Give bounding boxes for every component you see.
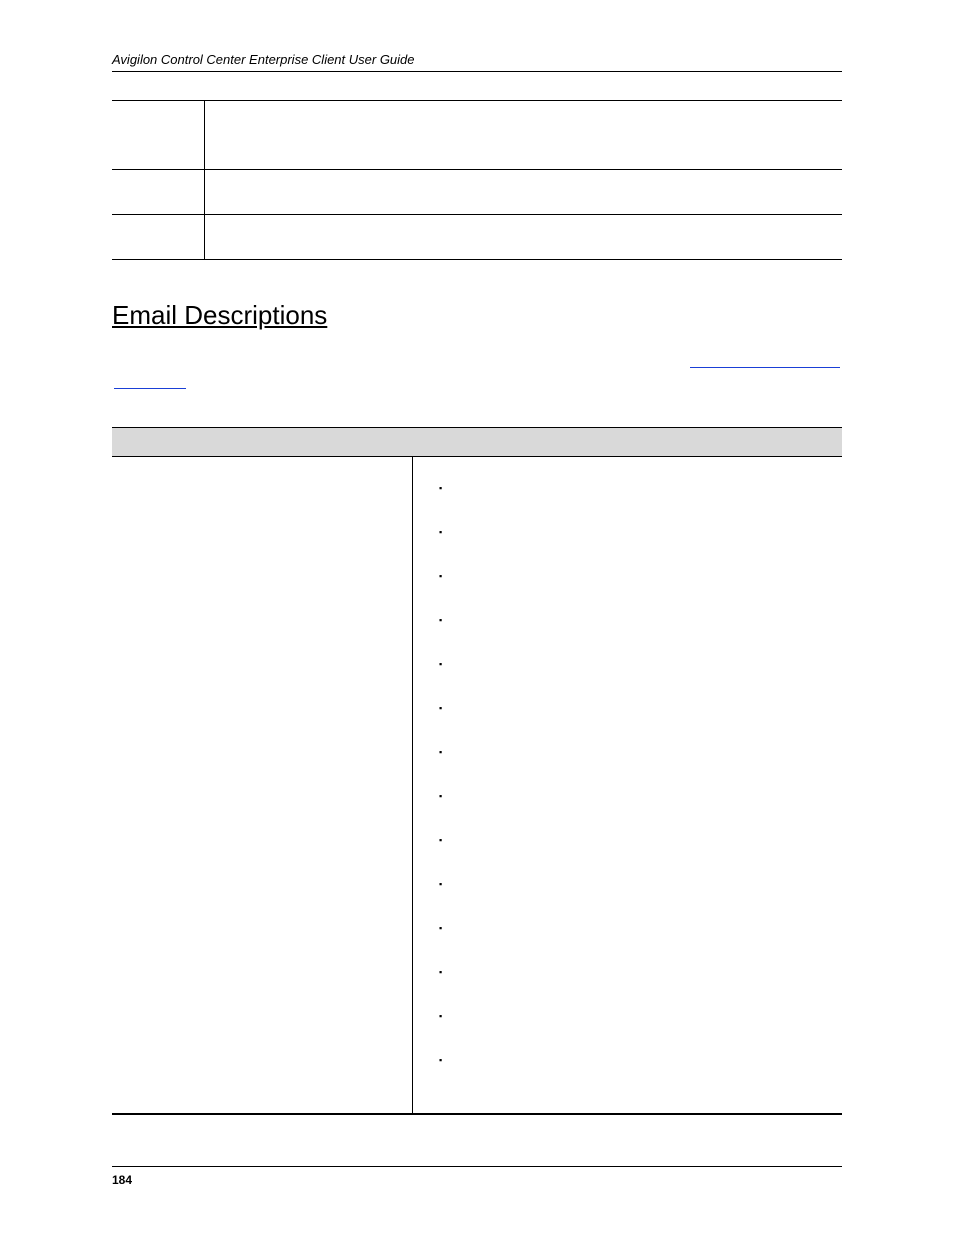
table-row [112, 170, 842, 215]
cell [112, 170, 204, 215]
list-item [457, 967, 832, 989]
list-item [457, 747, 832, 769]
list-item [457, 527, 832, 549]
cell [204, 170, 482, 215]
cell [482, 170, 842, 215]
list-item [457, 923, 832, 945]
list-item [457, 879, 832, 901]
running-header: Avigilon Control Center Enterprise Clien… [112, 52, 842, 72]
options-table-header [112, 428, 842, 457]
option-description-cell [413, 457, 843, 1114]
list-item [457, 835, 832, 857]
option-bullet-list [423, 483, 832, 1077]
cell [482, 101, 842, 170]
top-small-table [112, 100, 842, 260]
cross-ref-link[interactable] [114, 388, 186, 389]
table-row [112, 215, 842, 260]
options-table [112, 427, 842, 1115]
section-heading: Email Descriptions [112, 300, 842, 331]
list-item [457, 703, 832, 725]
list-item [457, 483, 832, 505]
list-item [457, 791, 832, 813]
option-name-cell [112, 457, 413, 1114]
table-row [112, 457, 842, 1114]
list-item [457, 571, 832, 593]
cell [204, 215, 482, 260]
list-item [457, 1055, 832, 1077]
intro-paragraph [112, 357, 842, 417]
list-item [457, 1011, 832, 1033]
page-number: 184 [112, 1173, 132, 1187]
cross-ref-link[interactable] [690, 367, 840, 368]
list-item [457, 659, 832, 681]
page-footer: 184 [112, 1166, 842, 1187]
list-item [457, 615, 832, 637]
cell [112, 101, 204, 170]
cell [204, 101, 482, 170]
cell [112, 215, 204, 260]
cell [482, 215, 842, 260]
table-row [112, 101, 842, 170]
